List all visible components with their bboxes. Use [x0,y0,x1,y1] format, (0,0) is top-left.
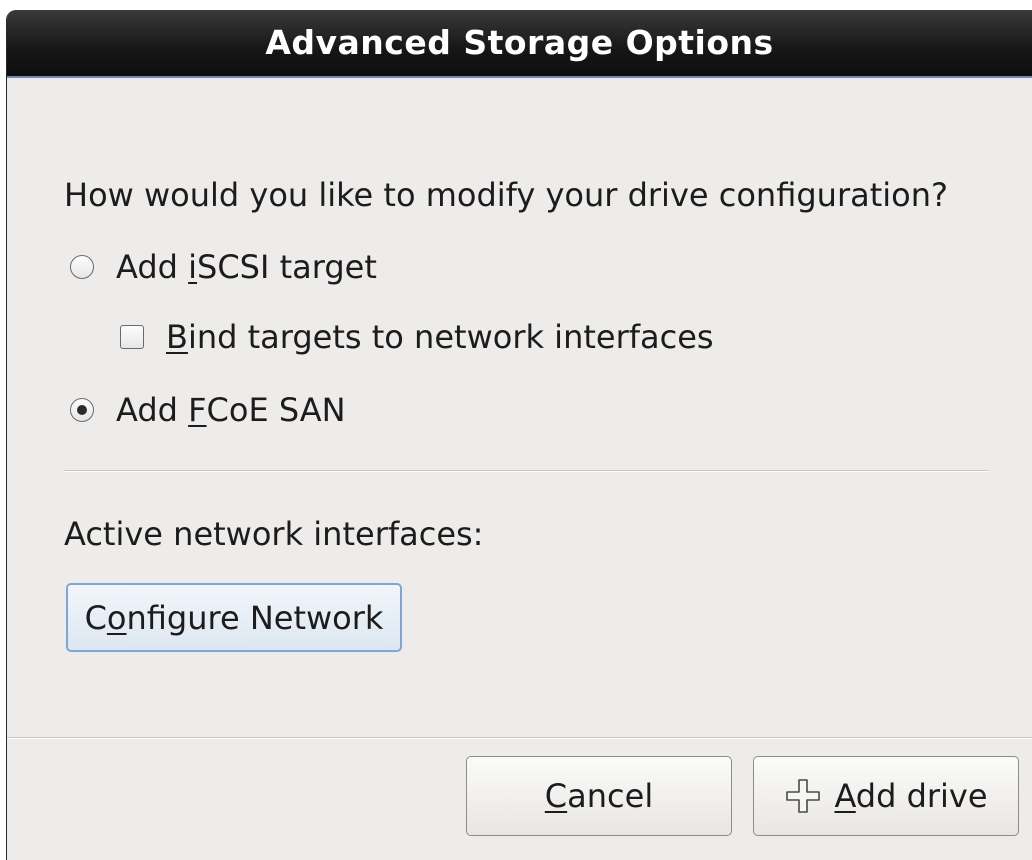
plus-icon [786,779,821,813]
checkbox-bind-targets[interactable]: Bind targets to network interfaces [120,318,714,356]
configure-network-label: Configure Network [84,598,384,637]
add-drive-label: Add drive [834,777,988,815]
radio-label-fcoe: Add FCoE SAN [116,391,346,429]
add-drive-button[interactable]: Add drive [753,756,1019,836]
button-area-separator [7,737,1032,739]
radio-button-selected[interactable] [70,398,94,422]
question-text: How would you like to modify your drive … [64,176,948,214]
configure-network-button[interactable]: Configure Network [66,583,402,652]
dialog-title: Advanced Storage Options [7,10,1032,78]
checkbox-unchecked[interactable] [120,325,144,349]
checkbox-label-bind: Bind targets to network interfaces [166,318,714,356]
cancel-button[interactable]: Cancel [466,756,732,836]
advanced-storage-dialog: Advanced Storage Options How would you l… [6,10,1032,860]
active-network-interfaces-label: Active network interfaces: [64,515,484,553]
cancel-label: Cancel [544,777,654,815]
options-separator [64,470,989,472]
radio-selected-dot [77,405,87,415]
radio-add-fcoe-san[interactable]: Add FCoE SAN [70,391,346,429]
radio-button-unselected[interactable] [70,255,94,279]
radio-label-iscsi: Add iSCSI target [116,248,377,286]
radio-add-iscsi-target[interactable]: Add iSCSI target [70,248,377,286]
